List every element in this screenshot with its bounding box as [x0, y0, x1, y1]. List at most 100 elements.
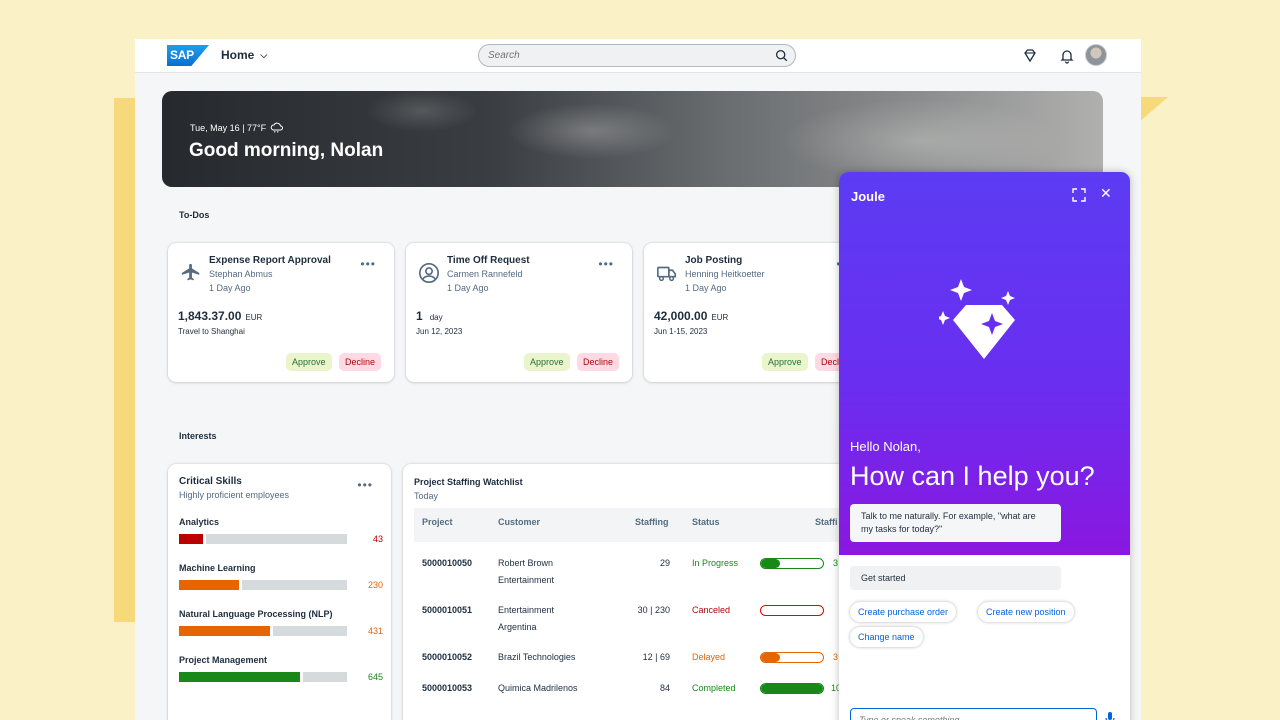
truck-icon	[657, 266, 677, 282]
todos-section-title: To-Dos	[179, 210, 210, 220]
search-input[interactable]	[488, 50, 748, 61]
todo-amount-value: 1,843.37.00	[178, 309, 242, 323]
home-menu[interactable]: Home ⌵	[221, 48, 267, 62]
customer-name: Quimica Madrilenos	[498, 683, 578, 693]
person-icon	[419, 263, 439, 283]
todo-description: Travel to Shanghai	[178, 327, 245, 336]
date-weather: Tue, May 16 | 77°F	[190, 122, 284, 133]
skill-name: Natural Language Processing (NLP)	[179, 609, 333, 619]
todo-amount: 1,843.37.00 EUR	[178, 309, 262, 323]
skill-bar-divider	[270, 626, 273, 636]
skill-bar	[179, 672, 347, 682]
greeting-heading: Good morning, Nolan	[189, 140, 384, 161]
todo-amount-value: 42,000.00	[654, 309, 708, 323]
search-icon[interactable]	[775, 49, 788, 62]
joule-hello: Hello Nolan,	[850, 439, 921, 454]
skills-card-subtitle: Highly proficient employees	[179, 490, 290, 500]
todo-amount-unit: EUR	[711, 313, 729, 322]
joule-diamond-icon	[939, 279, 1015, 359]
expand-icon[interactable]	[1072, 188, 1086, 202]
more-options-icon[interactable]: •••	[598, 257, 614, 271]
staffing-progress-bar	[760, 652, 824, 663]
todo-time: 1 Day Ago	[447, 283, 489, 293]
customer-name: Robert Brown Entertainment	[498, 558, 555, 585]
skill-value: 230	[367, 580, 383, 590]
sap-logo[interactable]: SAP	[167, 45, 209, 66]
skill-bar	[179, 626, 347, 636]
search-field[interactable]	[478, 44, 796, 67]
home-menu-label: Home	[221, 48, 255, 62]
joule-diamond-icon[interactable]	[1022, 48, 1038, 64]
todo-title: Job Posting	[685, 255, 743, 266]
skill-bar	[179, 534, 347, 544]
joule-message-input[interactable]	[850, 708, 1097, 720]
date-weather-text: Tue, May 16 | 77°F	[190, 122, 267, 133]
column-header-staffing-bar[interactable]: Staffi	[815, 517, 838, 527]
joule-title: Joule	[851, 189, 885, 204]
project-id: 5000010052	[422, 652, 473, 662]
decline-button[interactable]: Decline	[577, 353, 620, 371]
todo-amount-unit: EUR	[245, 313, 263, 322]
staffing-extra: 3	[833, 652, 839, 662]
todo-requester: Carmen Rannefeld	[447, 269, 523, 279]
todo-title: Time Off Request	[447, 255, 530, 266]
progress-fill	[761, 559, 780, 568]
more-options-icon[interactable]: •••	[357, 478, 373, 492]
skill-name: Project Management	[179, 655, 268, 665]
todo-amount-unit: day	[429, 313, 443, 322]
suggestion-create-purchase-order[interactable]: Create purchase order	[850, 602, 957, 622]
shell-bar: SAP Home ⌵	[135, 39, 1141, 73]
microphone-icon[interactable]	[1105, 712, 1115, 720]
todo-card-timeoff[interactable]: Time Off Request Carmen Rannefeld 1 Day …	[406, 243, 632, 382]
status-text: Canceled	[692, 605, 731, 615]
approve-button[interactable]: Approve	[762, 353, 808, 371]
skill-name: Machine Learning	[179, 563, 256, 573]
skill-bar-fill	[179, 626, 270, 636]
staffing-progress-bar	[760, 683, 824, 694]
todo-amount: 1 day	[416, 309, 443, 323]
skill-bar	[179, 580, 347, 590]
joule-header-gradient: Joule ✕ Hello Nolan, How can I help you?…	[839, 172, 1130, 555]
customer-name: Entertainment Argentina	[498, 605, 555, 632]
decline-button[interactable]: Decline	[339, 353, 382, 371]
todo-card-expense[interactable]: Expense Report Approval Stephan Abmus 1 …	[168, 243, 394, 382]
project-id: 5000010051	[422, 605, 473, 615]
interests-section-title: Interests	[179, 431, 217, 441]
column-header-status[interactable]: Status	[692, 517, 720, 527]
staffing-value: 12 | 69	[642, 652, 670, 662]
get-started-bubble: Get started	[850, 566, 1061, 590]
skill-name: Analytics	[179, 517, 220, 527]
airplane-icon	[181, 263, 200, 281]
suggestion-change-name[interactable]: Change name	[850, 627, 923, 647]
column-header-staffing[interactable]: Staffing	[635, 517, 669, 527]
bell-icon[interactable]	[1059, 48, 1075, 64]
approve-button[interactable]: Approve	[286, 353, 332, 371]
critical-skills-card[interactable]: Critical Skills Highly proficient employ…	[168, 464, 391, 720]
status-text: Completed	[692, 683, 736, 693]
progress-fill	[761, 653, 780, 662]
watchlist-title: Project Staffing Watchlist	[414, 477, 523, 487]
progress-fill	[761, 684, 823, 693]
todo-card-job-posting[interactable]: Job Posting Henning Heitkoetter 1 Day Ag…	[644, 243, 870, 382]
status-text: In Progress	[692, 558, 739, 568]
skill-bar-divider	[300, 672, 303, 682]
joule-hint-bubble: Talk to me naturally. For example, "what…	[850, 504, 1061, 542]
staffing-progress-bar	[760, 558, 824, 569]
joule-assistant-panel: Joule ✕ Hello Nolan, How can I help you?…	[839, 172, 1130, 720]
todo-description: Jun 1-15, 2023	[654, 327, 708, 336]
todo-amount: 42,000.00 EUR	[654, 309, 728, 323]
skills-card-title: Critical Skills	[179, 476, 242, 487]
user-avatar[interactable]	[1085, 44, 1107, 66]
todo-title: Expense Report Approval	[209, 255, 331, 266]
decorative-band-right	[1138, 97, 1168, 123]
column-header-project[interactable]: Project	[422, 517, 453, 527]
staffing-value: 30 | 230	[637, 605, 670, 615]
column-header-customer[interactable]: Customer	[498, 517, 540, 527]
suggestion-create-new-position[interactable]: Create new position	[978, 602, 1074, 622]
more-options-icon[interactable]: •••	[360, 257, 376, 271]
close-icon[interactable]: ✕	[1100, 185, 1112, 202]
todo-requester: Henning Heitkoetter	[685, 269, 765, 279]
project-id: 5000010050	[422, 558, 473, 568]
approve-button[interactable]: Approve	[524, 353, 570, 371]
customer-name: Brazil Technologies	[498, 652, 576, 662]
